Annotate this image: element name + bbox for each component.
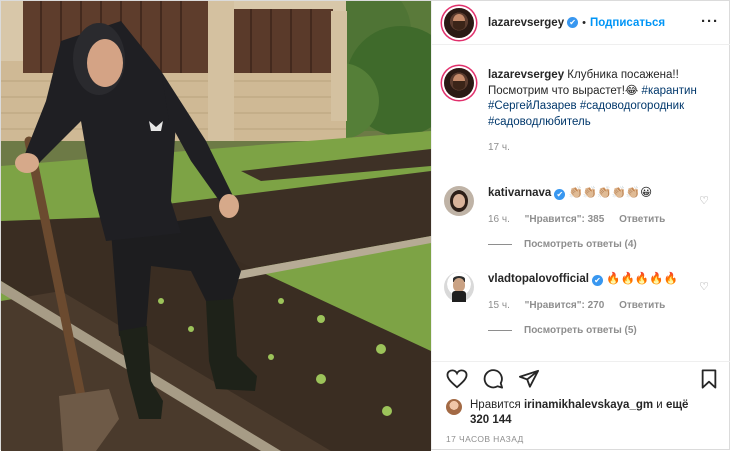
more-options-icon[interactable]: ··· [701,13,719,30]
comments-list[interactable]: lazarevsergey Клубника посажена!! Посмот… [432,46,730,361]
hashtag-link[interactable]: #садоводлюбитель [488,116,591,128]
reply-button[interactable]: Ответить [619,300,665,311]
like-comment-heart-icon[interactable]: ♡ [699,194,709,207]
post-photo[interactable] [1,1,431,451]
comment: kativarnava ✔ 👏🏼👏🏼👏🏼👏🏼👏🏼😀 16 ч. "Нравится… [444,186,718,250]
replies-divider [488,329,512,331]
caption-text: lazarevsergey Клубника посажена!! Посмот… [488,68,718,130]
comment-meta: 16 ч. "Нравится": 385 Ответить [488,214,718,225]
comment-username[interactable]: vladtopalovofficial [488,273,589,285]
comment-icon[interactable] [482,369,504,389]
comment-text: vladtopalovofficial ✔ 🔥🔥🔥🔥🔥 [488,272,718,288]
follow-button[interactable]: Подписаться [590,17,665,29]
liker-username[interactable]: irinamikhalevskaya_gm [524,399,653,411]
post-header: lazarevsergey ✔ • Подписаться ··· [432,1,730,45]
garden-photo-illustration [1,1,431,451]
hashtag-link[interactable]: #карантин [642,85,697,97]
author-username[interactable]: lazarevsergey [488,17,564,29]
likes-summary: Нравится irinamikhalevskaya_gm и ещё 320… [446,398,710,428]
comment-time[interactable]: 16 ч. [488,214,510,225]
post-sidebar: lazarevsergey ✔ • Подписаться ··· lazare… [431,1,730,449]
comment-time[interactable]: 15 ч. [488,300,510,311]
share-icon[interactable] [518,369,540,389]
likes-suffix: и [656,399,663,411]
hashtag-link[interactable]: #СергейЛазарев [488,100,577,112]
bookmark-icon[interactable] [699,369,719,389]
view-replies-button[interactable]: Посмотреть ответы (4) [488,239,718,250]
heart-icon[interactable] [446,369,468,389]
comment: vladtopalovofficial ✔ 🔥🔥🔥🔥🔥 15 ч. "Нравит… [444,272,718,336]
comment-likes[interactable]: "Нравится": 270 [525,300,605,311]
view-replies-label: Посмотреть ответы (5) [524,324,637,336]
comment-text: kativarnava ✔ 👏🏼👏🏼👏🏼👏🏼👏🏼😀 [488,186,718,202]
instagram-post: lazarevsergey ✔ • Подписаться ··· lazare… [0,0,730,451]
post-actions: Нравится irinamikhalevskaya_gm и ещё 320… [432,361,730,449]
comment-body: 🔥🔥🔥🔥🔥 [606,273,678,285]
replies-divider [488,243,512,245]
comment-meta: 15 ч. "Нравится": 270 Ответить [488,300,718,311]
liker-avatar[interactable] [446,399,462,415]
comment-username[interactable]: kativarnava [488,187,551,199]
comment-body: 👏🏼👏🏼👏🏼👏🏼👏🏼😀 [568,187,653,199]
likes-text: Нравится irinamikhalevskaya_gm и ещё 320… [470,398,710,428]
reply-button[interactable]: Ответить [619,214,665,225]
caption-time[interactable]: 17 ч. [488,142,510,153]
caption: lazarevsergey Клубника посажена!! Посмот… [444,68,718,153]
verified-badge-icon: ✔ [554,189,566,200]
caption-meta: 17 ч. [488,142,718,153]
caption-username[interactable]: lazarevsergey [488,69,564,81]
view-replies-label: Посмотреть ответы (4) [524,238,637,250]
view-replies-button[interactable]: Посмотреть ответы (5) [488,325,718,336]
comment-likes[interactable]: "Нравится": 385 [525,214,605,225]
caption-avatar[interactable] [444,68,474,98]
verified-badge-icon: ✔ [591,275,603,286]
action-icons [446,369,554,389]
comment-avatar[interactable] [444,272,474,302]
verified-badge-icon: ✔ [567,17,579,28]
author-avatar[interactable] [444,7,474,38]
separator-dot: • [582,16,586,29]
hashtag-link[interactable]: #садоводогородник [580,100,684,112]
likes-prefix: Нравится [470,399,521,411]
like-comment-heart-icon[interactable]: ♡ [699,280,709,293]
comment-avatar[interactable] [444,186,474,216]
post-date[interactable]: 17 ЧАСОВ НАЗАД [446,434,524,444]
